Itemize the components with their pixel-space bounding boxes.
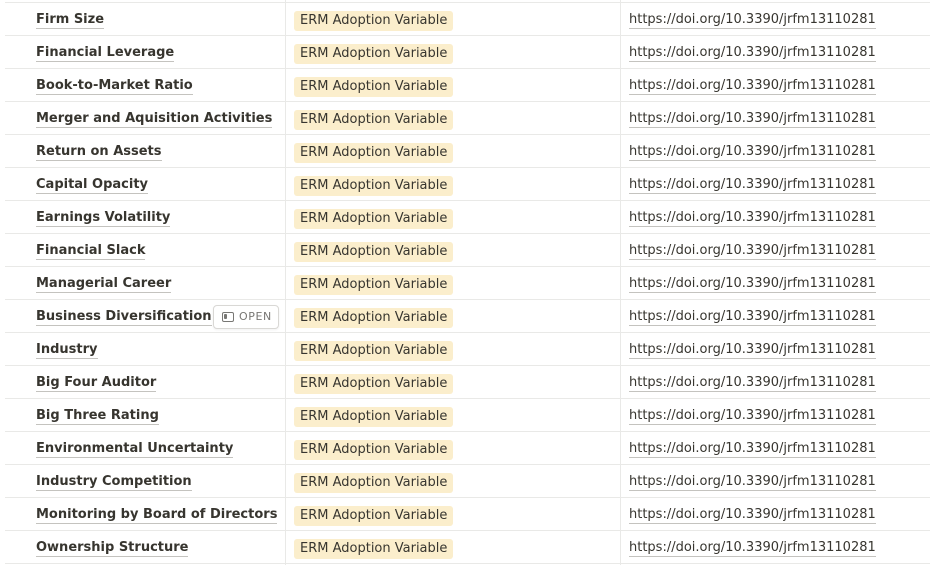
table-row[interactable]: Merger and Aquisition Activities ERM Ado…	[0, 102, 930, 135]
doi-link[interactable]: https://doi.org/10.3390/jrfm13110281	[629, 441, 876, 458]
category-tag[interactable]: ERM Adoption Variable	[294, 176, 454, 196]
category-tag[interactable]: ERM Adoption Variable	[294, 275, 454, 295]
category-tag[interactable]: ERM Adoption Variable	[294, 110, 454, 130]
category-tag[interactable]: ERM Adoption Variable	[294, 341, 454, 361]
doi-link[interactable]: https://doi.org/10.3390/jrfm13110281	[629, 375, 876, 392]
row-title[interactable]: Firm Size	[36, 12, 105, 29]
table-row[interactable]: Environmental Uncertainty ERM Adoption V…	[0, 432, 930, 465]
row-title[interactable]: Merger and Aquisition Activities	[36, 111, 273, 128]
doi-link[interactable]: https://doi.org/10.3390/jrfm13110281	[629, 45, 876, 62]
doi-link[interactable]: https://doi.org/10.3390/jrfm13110281	[629, 540, 876, 557]
table-row[interactable]: Business Diversification OPEN ERM Adopti…	[0, 300, 930, 333]
row-title[interactable]: Capital Opacity	[36, 177, 149, 194]
category-tag[interactable]: ERM Adoption Variable	[294, 539, 454, 559]
row-title[interactable]: Return on Assets	[36, 144, 162, 161]
row-title[interactable]: Financial Slack	[36, 243, 146, 260]
open-page-button[interactable]: OPEN	[213, 305, 279, 329]
doi-link[interactable]: https://doi.org/10.3390/jrfm13110281	[629, 309, 876, 326]
category-tag[interactable]: ERM Adoption Variable	[294, 407, 454, 427]
category-tag[interactable]: ERM Adoption Variable	[294, 44, 454, 64]
category-tag[interactable]: ERM Adoption Variable	[294, 308, 454, 328]
table-row[interactable]: Return on Assets ERM Adoption Variable h…	[0, 135, 930, 168]
row-title[interactable]: Big Three Rating	[36, 408, 159, 425]
category-tag[interactable]: ERM Adoption Variable	[294, 209, 454, 229]
doi-link[interactable]: https://doi.org/10.3390/jrfm13110281	[629, 111, 876, 128]
table-row[interactable]: Ownership Structure ERM Adoption Variabl…	[0, 531, 930, 564]
table-row[interactable]: Managerial Career ERM Adoption Variable …	[0, 267, 930, 300]
category-tag[interactable]: ERM Adoption Variable	[294, 11, 454, 31]
category-tag[interactable]: ERM Adoption Variable	[294, 473, 454, 493]
table-row[interactable]: Industry ERM Adoption Variable https://d…	[0, 333, 930, 366]
category-tag[interactable]: ERM Adoption Variable	[294, 77, 454, 97]
doi-link[interactable]: https://doi.org/10.3390/jrfm13110281	[629, 507, 876, 524]
row-title[interactable]: Ownership Structure	[36, 540, 189, 557]
doi-link[interactable]: https://doi.org/10.3390/jrfm13110281	[629, 144, 876, 161]
doi-link[interactable]: https://doi.org/10.3390/jrfm13110281	[629, 474, 876, 491]
doi-link[interactable]: https://doi.org/10.3390/jrfm13110281	[629, 210, 876, 227]
doi-link[interactable]: https://doi.org/10.3390/jrfm13110281	[629, 12, 876, 29]
row-title[interactable]: Managerial Career	[36, 276, 172, 293]
row-title[interactable]: Financial Leverage	[36, 45, 175, 62]
row-title[interactable]: Industry	[36, 342, 98, 359]
row-title[interactable]: Environmental Uncertainty	[36, 441, 234, 458]
table-row[interactable]: Earnings Volatility ERM Adoption Variabl…	[0, 201, 930, 234]
row-title[interactable]: Monitoring by Board of Directors	[36, 507, 278, 524]
category-tag[interactable]: ERM Adoption Variable	[294, 374, 454, 394]
category-tag[interactable]: ERM Adoption Variable	[294, 440, 454, 460]
database-table: Firm Size ERM Adoption Variable https://…	[0, 0, 930, 565]
doi-link[interactable]: https://doi.org/10.3390/jrfm13110281	[629, 342, 876, 359]
doi-link[interactable]: https://doi.org/10.3390/jrfm13110281	[629, 78, 876, 95]
table-row[interactable]: Big Three Rating ERM Adoption Variable h…	[0, 399, 930, 432]
table-row[interactable]: Book-to-Market Ratio ERM Adoption Variab…	[0, 69, 930, 102]
table-row[interactable]: Big Four Auditor ERM Adoption Variable h…	[0, 366, 930, 399]
doi-link[interactable]: https://doi.org/10.3390/jrfm13110281	[629, 408, 876, 425]
table-row[interactable]: Firm Size ERM Adoption Variable https://…	[0, 0, 930, 36]
table-row[interactable]: Industry Competition ERM Adoption Variab…	[0, 465, 930, 498]
table-row[interactable]: Capital Opacity ERM Adoption Variable ht…	[0, 168, 930, 201]
row-title[interactable]: Industry Competition	[36, 474, 192, 491]
doi-link[interactable]: https://doi.org/10.3390/jrfm13110281	[629, 243, 876, 260]
doi-link[interactable]: https://doi.org/10.3390/jrfm13110281	[629, 177, 876, 194]
table-row[interactable]: Financial Slack ERM Adoption Variable ht…	[0, 234, 930, 267]
row-title[interactable]: Earnings Volatility	[36, 210, 171, 227]
category-tag[interactable]: ERM Adoption Variable	[294, 143, 454, 163]
row-title[interactable]: Business Diversification	[36, 309, 212, 326]
open-button-label: OPEN	[239, 310, 272, 323]
row-title[interactable]: Big Four Auditor	[36, 375, 157, 392]
doi-link[interactable]: https://doi.org/10.3390/jrfm13110281	[629, 276, 876, 293]
open-page-icon	[222, 312, 234, 322]
row-title[interactable]: Book-to-Market Ratio	[36, 78, 193, 95]
category-tag[interactable]: ERM Adoption Variable	[294, 242, 454, 262]
table-row[interactable]: Monitoring by Board of Directors ERM Ado…	[0, 498, 930, 531]
table-row[interactable]: Financial Leverage ERM Adoption Variable…	[0, 36, 930, 69]
category-tag[interactable]: ERM Adoption Variable	[294, 506, 454, 526]
